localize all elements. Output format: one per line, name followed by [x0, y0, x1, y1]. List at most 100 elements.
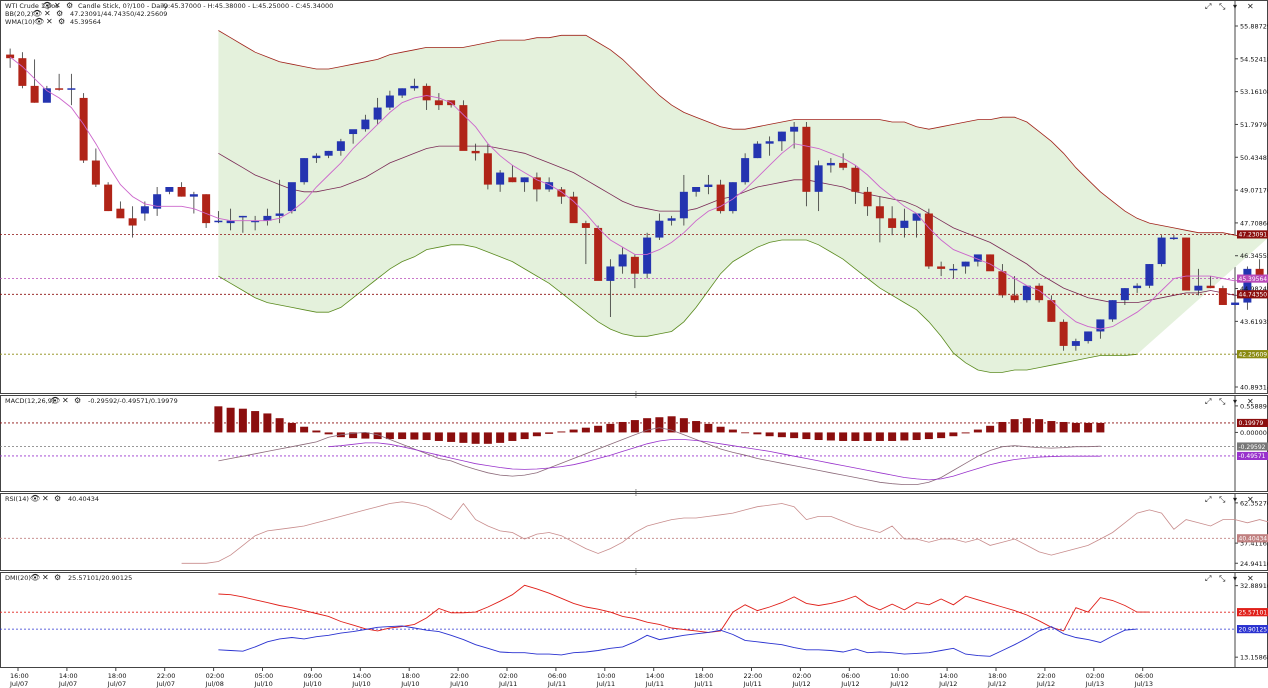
candle-body — [312, 155, 321, 159]
candle-body — [140, 206, 149, 214]
time-axis-date-label: Jul/12 — [938, 680, 957, 688]
macd-pane-close-icon[interactable]: ✕ — [1247, 397, 1254, 406]
dmi-pane-resize-handle[interactable]: ⋮ — [632, 567, 640, 576]
candle-body — [839, 162, 848, 168]
candle-body — [741, 158, 750, 183]
time-axis-time-label: 02:00 — [206, 672, 225, 680]
wma-visibility-icon[interactable]: 👁 — [34, 17, 44, 26]
candle-body — [802, 126, 811, 192]
dmi-visibility-icon[interactable]: 👁 — [30, 573, 40, 582]
dmi-pane-shrink-icon[interactable]: ⤡ — [1219, 574, 1226, 583]
dmi-pane-close-icon[interactable]: ✕ — [1247, 574, 1254, 583]
candle-body — [189, 194, 198, 197]
macd-histogram-bar — [508, 432, 517, 441]
time-axis-date-label: Jul/11 — [498, 680, 517, 688]
rsi-pane-shrink-icon[interactable]: ⤡ — [1219, 495, 1226, 504]
chart-type-label: Candle Stick, 0?/100 - Daily — [78, 2, 168, 10]
macd-pane-shrink-icon[interactable]: ⤡ — [1219, 397, 1226, 406]
macd-histogram-bar — [324, 432, 333, 435]
macd-histogram-bar — [300, 426, 309, 433]
time-axis-time-label: 09:00 — [303, 672, 322, 680]
candle-body — [949, 268, 958, 271]
time-axis-date-label: Jul/10 — [449, 680, 468, 688]
time-axis-time-label: 14:00 — [646, 672, 665, 680]
macd-histogram-bar — [226, 407, 235, 433]
price-pane-move-down-icon[interactable]: ▾ — [1233, 2, 1237, 11]
dmi-remove-icon[interactable]: ✕ — [42, 573, 49, 582]
time-axis-time-label: 05:00 — [255, 672, 274, 680]
macd-histogram-bar — [594, 425, 603, 433]
candle-body — [765, 141, 774, 144]
price-pane-close-icon[interactable]: ✕ — [1247, 2, 1254, 11]
price-pane-shrink-icon[interactable]: ⤡ — [1219, 2, 1226, 11]
macd-histogram-bar — [214, 406, 223, 433]
candle-body — [630, 256, 639, 274]
macd-histogram-bar — [238, 408, 247, 433]
wma-remove-icon[interactable]: ✕ — [46, 17, 53, 26]
macd-histogram-bar — [765, 432, 774, 437]
candle-body — [1059, 321, 1068, 346]
macd-histogram-bar — [826, 432, 835, 441]
candle-body — [875, 206, 884, 219]
candle-body — [1022, 285, 1031, 301]
time-axis-date-label: Jul/10 — [351, 680, 370, 688]
time-axis-date-label: Jul/12 — [1036, 680, 1055, 688]
candle-body — [1096, 319, 1105, 332]
time-axis-time-label: 14:00 — [352, 672, 371, 680]
macd-pane-frame — [0, 395, 1268, 492]
candle-body — [1157, 237, 1166, 265]
macd-visibility-icon[interactable]: 👁 — [50, 396, 60, 405]
macd-histogram-bar — [839, 432, 848, 441]
candle-body — [1218, 288, 1227, 305]
price-axis-value-tag-label: 45.39564 — [1239, 276, 1268, 283]
time-axis-time-label: 18:00 — [695, 672, 714, 680]
macd-histogram-bar — [569, 429, 578, 433]
candle-body — [753, 143, 762, 159]
rsi-remove-icon[interactable]: ✕ — [42, 494, 49, 503]
time-axis-time-label: 02:00 — [499, 672, 518, 680]
dmi-axis-value-tag-label: 25.57101 — [1239, 609, 1268, 616]
macd-histogram-bar — [1010, 419, 1019, 433]
price-axis-tick-label: 40.89314 — [1240, 384, 1268, 392]
rsi-visibility-icon[interactable]: 👁 — [30, 494, 40, 503]
time-axis-date-label: Jul/11 — [596, 680, 615, 688]
macd-histogram-bar — [287, 422, 296, 433]
symbol-settings-icon[interactable]: ⚙ — [66, 1, 73, 10]
macd-histogram-bar — [459, 432, 468, 443]
macd-remove-icon[interactable]: ✕ — [62, 396, 69, 405]
macd-histogram-bar — [606, 423, 615, 433]
candle-body — [471, 150, 480, 154]
time-axis-date-label: Jul/11 — [694, 680, 713, 688]
dmi-pane-expand-icon[interactable]: ⤢ — [1204, 574, 1211, 583]
macd-histogram-bar — [398, 432, 407, 440]
rsi-pane-resize-handle[interactable]: ⋮ — [632, 488, 640, 497]
time-axis-time-label: 22:00 — [157, 672, 176, 680]
macd-histogram-bar — [545, 432, 554, 434]
macd-pane-resize-handle[interactable]: ⋮ — [632, 390, 640, 399]
candle-body — [287, 182, 296, 212]
time-axis-date-label: Jul/07 — [58, 680, 77, 688]
rsi-legend-values: 40.40434 — [68, 495, 99, 503]
rsi-pane-move-down-icon[interactable]: ▾ — [1233, 495, 1237, 504]
macd-settings-icon[interactable]: ⚙ — [74, 396, 81, 405]
rsi-pane-close-icon[interactable]: ✕ — [1247, 495, 1254, 504]
candle-body — [667, 218, 676, 221]
candle-body — [1084, 331, 1093, 342]
macd-axis-tick-label: 0.00000 — [1240, 429, 1267, 437]
dmi-pane-move-down-icon[interactable]: ▾ — [1233, 574, 1237, 583]
wma-settings-icon[interactable]: ⚙ — [58, 17, 65, 26]
time-axis-time-label: 18:00 — [401, 672, 420, 680]
price-pane-expand-icon[interactable]: ⤢ — [1204, 2, 1211, 11]
rsi-settings-icon[interactable]: ⚙ — [54, 494, 61, 503]
time-axis-time-label: 22:00 — [1037, 672, 1056, 680]
dmi-pane-frame — [0, 572, 1268, 668]
macd-pane-expand-icon[interactable]: ⤢ — [1204, 397, 1211, 406]
macd-histogram-bar — [422, 432, 431, 441]
dmi-settings-icon[interactable]: ⚙ — [54, 573, 61, 582]
price-axis-tick-label: 55.88729 — [1240, 23, 1268, 31]
price-axis-tick-label: 50.43487 — [1240, 154, 1268, 162]
macd-pane-move-down-icon[interactable]: ▾ — [1233, 397, 1237, 406]
chart-canvas[interactable]: 47.23091 45.39564 44.74350 42.25609 55.88729… — [0, 0, 1268, 688]
candle-body — [91, 160, 100, 185]
rsi-pane-expand-icon[interactable]: ⤢ — [1204, 495, 1211, 504]
